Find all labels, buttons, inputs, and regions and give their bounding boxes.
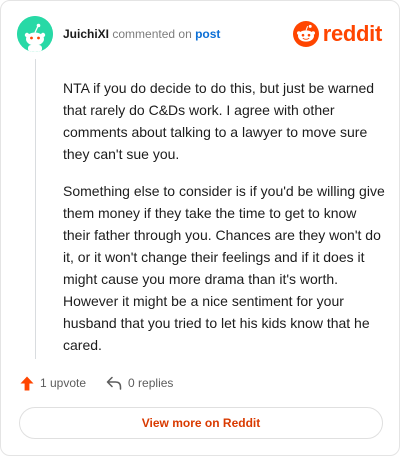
upvote-count: 1 upvote: [40, 376, 87, 390]
comment-meta: JuichiXI commented on post: [63, 27, 220, 41]
comment-actions: 1 upvote 0 replies: [20, 375, 193, 391]
thread-line: [35, 59, 36, 359]
comment-action-text: commented on: [112, 27, 192, 41]
username-link[interactable]: JuichiXI: [63, 27, 109, 41]
comment-embed-card: JuichiXI commented on post reddit NTA if…: [0, 0, 400, 456]
post-link[interactable]: post: [195, 27, 220, 41]
replies-button[interactable]: 0 replies: [106, 376, 173, 390]
snoo-avatar-icon[interactable]: [17, 16, 53, 52]
replies-count: 0 replies: [128, 376, 174, 390]
view-more-button[interactable]: View more on Reddit: [19, 407, 383, 439]
comment-paragraph: NTA if you do decide to do this, but jus…: [63, 80, 375, 162]
reddit-snoo-icon: [292, 21, 319, 47]
comment-paragraph: Something else to consider is if you'd b…: [63, 183, 385, 353]
reddit-logo[interactable]: reddit: [292, 20, 383, 48]
comment-body: NTA if you do decide to do this, but jus…: [63, 77, 385, 371]
upvote-button[interactable]: 1 upvote: [20, 376, 86, 391]
reply-arrow-icon: [106, 376, 122, 390]
reddit-wordmark: reddit: [322, 21, 383, 46]
upvote-arrow-icon: [20, 376, 34, 390]
